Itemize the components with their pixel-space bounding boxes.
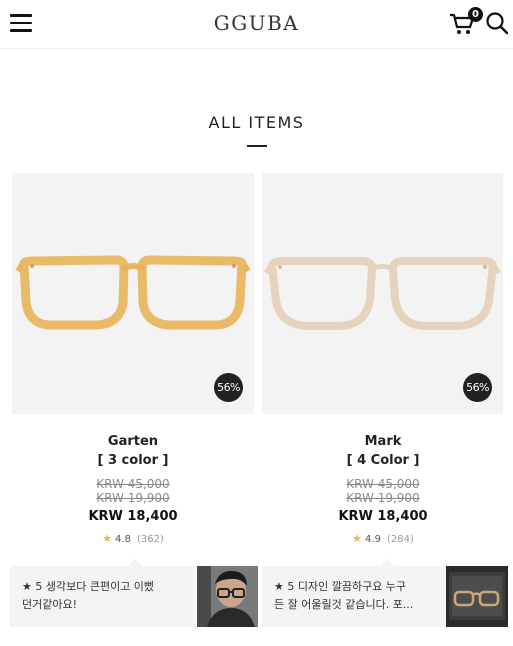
product-name[interactable]: Garten [12, 433, 254, 450]
review-photo[interactable] [197, 566, 258, 627]
original-price: KRW 19,900 [96, 491, 170, 505]
product-image-mark[interactable]: 56% [262, 173, 503, 414]
review-photo-image [446, 566, 508, 627]
top-header: GGUBA 0 [0, 0, 513, 49]
review-card[interactable]: ★ 5 디자인 깔끔하구요 누구 든 잘 어울릴것 같습니다. 포... [262, 558, 446, 627]
discount-badge: 56% [463, 373, 492, 402]
star-icon: ★ [352, 532, 363, 545]
original-price: KRW 19,900 [346, 491, 420, 505]
rating-score: 4.9 [365, 534, 381, 545]
review-stars: ★ 5 [274, 580, 295, 593]
product-color-count: [ 3 color ] [97, 453, 169, 468]
cart-count-badge[interactable]: 0 [468, 7, 483, 22]
product-name[interactable]: Mark [262, 433, 504, 450]
review-photo[interactable] [446, 566, 508, 627]
review-stars: ★ 5 [22, 580, 43, 593]
product-info-garten: Garten [ 3 color ] KRW 45,000 KRW 19,900… [12, 433, 254, 546]
star-icon: ★ [102, 532, 113, 545]
review-line: 던거같아요! [22, 598, 78, 611]
review-text: ★ 5 디자인 깔끔하구요 누구 든 잘 어울릴것 같습니다. 포... [274, 578, 439, 614]
review-photo-image [197, 566, 258, 627]
sale-price: KRW 18,400 [88, 509, 178, 524]
review-caret [379, 558, 395, 574]
review-line: 든 잘 어울릴것 같습니다. 포... [274, 598, 414, 611]
review-caret [127, 558, 143, 574]
original-price: KRW 45,000 [346, 477, 420, 491]
review-text: ★ 5 생각보다 큰편이고 이뻤 던거같아요! [22, 578, 187, 614]
discount-badge: 56% [214, 373, 243, 402]
title-divider [247, 145, 267, 147]
product-image-garten[interactable]: 56% [12, 173, 254, 414]
review-count: (284) [386, 534, 414, 545]
product-rating: ★ 4.9 (284) [262, 532, 504, 546]
product-rating: ★ 4.8 (362) [12, 532, 254, 546]
review-line: 생각보다 큰편이고 이뻤 [45, 580, 155, 593]
review-count: (362) [136, 534, 164, 545]
section-title: ALL ITEMS [208, 113, 305, 132]
rating-score: 4.8 [115, 534, 131, 545]
brand-logo[interactable]: GGUBA [0, 11, 513, 35]
sale-price: KRW 18,400 [338, 509, 428, 524]
product-color-count: [ 4 Color ] [346, 453, 420, 468]
review-card[interactable]: ★ 5 생각보다 큰편이고 이뻤 던거같아요! [10, 558, 196, 627]
search-icon[interactable] [485, 11, 509, 35]
original-price: KRW 45,000 [96, 477, 170, 491]
product-info-mark: Mark [ 4 Color ] KRW 45,000 KRW 19,900 K… [262, 433, 504, 546]
review-line: 디자인 깔끔하구요 누구 [297, 580, 407, 593]
